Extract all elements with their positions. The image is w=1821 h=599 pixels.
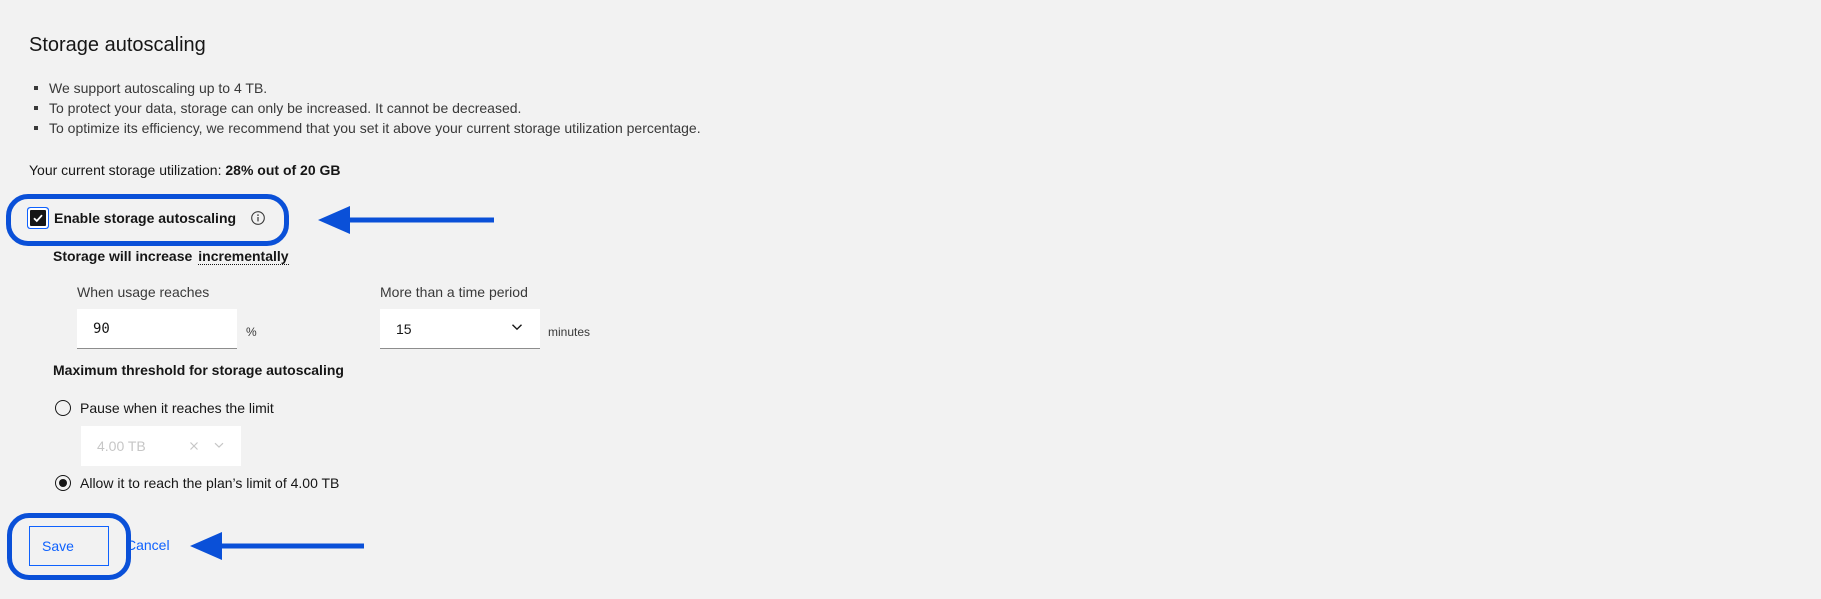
save-highlight-outline — [7, 513, 131, 580]
pause-radio-option[interactable]: Pause when it reaches the limit — [55, 400, 274, 416]
pause-limit-value: 4.00 TB — [97, 438, 146, 454]
utilization-label: Your current storage utilization: — [29, 162, 226, 178]
increase-mode-link[interactable]: incrementally — [198, 248, 289, 265]
allow-radio-label[interactable]: Allow it to reach the plan’s limit of 4.… — [80, 475, 339, 491]
radio-checked-icon[interactable] — [55, 475, 71, 491]
period-field-label: More than a time period — [380, 284, 528, 300]
bullet-item: To optimize its efficiency, we recommend… — [29, 118, 701, 138]
pause-radio-label[interactable]: Pause when it reaches the limit — [80, 400, 274, 416]
time-period-value: 15 — [396, 320, 412, 337]
cancel-button[interactable]: Cancel — [126, 537, 170, 553]
chevron-down-icon — [510, 320, 524, 337]
radio-unchecked-icon[interactable] — [55, 400, 71, 416]
pause-limit-select: 4.00 TB — [81, 426, 241, 466]
arrow-icon — [318, 206, 494, 234]
period-unit: minutes — [548, 325, 591, 339]
arrow-icon — [190, 532, 364, 560]
utilization-value: 28% out of 20 GB — [225, 162, 341, 178]
time-period-select[interactable]: 15 — [380, 309, 540, 349]
threshold-heading: Maximum threshold for storage autoscalin… — [53, 362, 344, 378]
usage-unit: % — [246, 325, 257, 339]
usage-field-label: When usage reaches — [77, 284, 210, 300]
info-bullet-list: We support autoscaling up to 4 TB. To pr… — [29, 78, 701, 138]
page-title: Storage autoscaling — [29, 34, 206, 56]
bullet-item: To protect your data, storage can only b… — [29, 98, 701, 118]
chevron-down-icon — [213, 438, 225, 454]
storage-autoscaling-panel: Storage autoscaling We support autoscali… — [0, 0, 1821, 599]
increase-label: Storage will increase — [53, 248, 193, 264]
checkbox-highlight-outline — [6, 194, 289, 246]
clear-icon — [189, 438, 199, 454]
storage-utilization: Your current storage utilization: 28% ou… — [29, 162, 341, 178]
allow-radio-option[interactable]: Allow it to reach the plan’s limit of 4.… — [55, 475, 339, 491]
bullet-item: We support autoscaling up to 4 TB. — [29, 78, 701, 98]
usage-threshold-input[interactable] — [77, 309, 237, 349]
increase-mode: Storage will increase incrementally — [53, 248, 289, 265]
